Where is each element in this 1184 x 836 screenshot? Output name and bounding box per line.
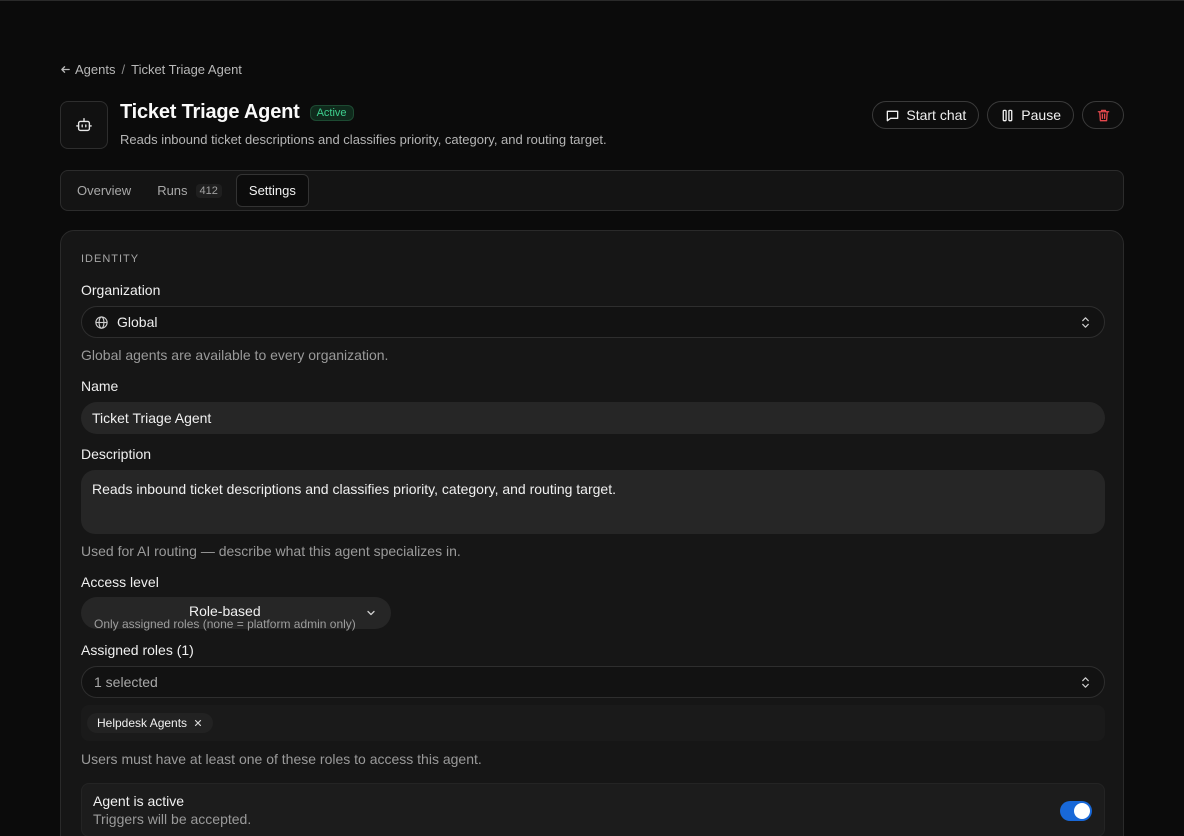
chevrons-up-down-icon <box>1082 316 1089 328</box>
trash-icon <box>1097 109 1109 121</box>
tab-overview[interactable]: Overview <box>65 174 143 207</box>
bot-icon <box>76 118 92 132</box>
identity-settings-card: IDENTITY Organization Global Global agen… <box>60 230 1124 836</box>
agent-avatar <box>60 101 108 149</box>
start-chat-label: Start chat <box>906 107 967 123</box>
access-level-select[interactable]: Role-based Only assigned roles (none = p… <box>81 597 391 631</box>
header-actions: Start chat Pause <box>872 101 1124 129</box>
message-square-icon <box>887 110 899 121</box>
tab-overview-label: Overview <box>77 183 132 198</box>
start-chat-button[interactable]: Start chat <box>872 101 980 129</box>
organization-value: Global <box>117 314 158 330</box>
chevron-down-icon <box>367 610 375 616</box>
access-level-label: Access level <box>81 574 159 590</box>
page-title: Ticket Triage Agent <box>120 101 300 123</box>
breadcrumb-current: Ticket Triage Agent <box>131 62 242 77</box>
organization-field-wrapper: Global <box>81 306 1105 338</box>
tab-settings-label: Settings <box>248 183 296 198</box>
agent-active-description: Triggers will be accepted. <box>93 811 252 827</box>
switch-knob <box>1074 803 1090 819</box>
agent-active-switch[interactable] <box>1060 801 1092 821</box>
arrow-left-icon <box>61 66 70 73</box>
breadcrumb-agents: Agents <box>75 62 116 77</box>
agent-header: Ticket Triage Agent Active Reads inbound… <box>60 101 1124 149</box>
section-label-identity: IDENTITY <box>81 253 140 265</box>
breadcrumb: Agents / Ticket Triage Agent <box>60 62 242 77</box>
name-input[interactable]: Ticket Triage Agent <box>81 402 1105 434</box>
status-badge: Active <box>309 104 354 121</box>
assigned-roles-hint: Users must have at least one of these ro… <box>81 751 482 767</box>
name-field-wrapper: Ticket Triage Agent <box>81 402 1105 434</box>
pause-button[interactable]: Pause <box>987 101 1074 129</box>
tab-settings[interactable]: Settings <box>235 174 309 207</box>
selected-roles-list: Helpdesk Agents <box>81 705 1105 741</box>
runs-count-badge: 412 <box>195 183 222 198</box>
organization-label: Organization <box>81 282 161 298</box>
chevrons-up-down-icon <box>1082 676 1089 688</box>
delete-button[interactable] <box>1082 101 1124 129</box>
access-level-description: Only assigned roles (none = platform adm… <box>94 617 356 631</box>
title-row: Ticket Triage Agent Active <box>120 101 354 124</box>
breadcrumb-back-link[interactable]: Agents <box>60 62 115 77</box>
breadcrumb-separator: / <box>121 62 126 77</box>
tab-runs[interactable]: Runs 412 <box>145 174 234 207</box>
description-hint: Used for AI routing — describe what this… <box>81 543 461 559</box>
organization-select[interactable]: Global <box>81 306 1105 338</box>
close-icon[interactable] <box>193 718 203 728</box>
page-subtitle: Reads inbound ticket descriptions and cl… <box>120 132 607 147</box>
agent-active-title: Agent is active <box>93 793 185 809</box>
tab-bar: Overview Runs 412 Settings <box>60 170 1124 211</box>
description-label: Description <box>81 446 152 462</box>
window-top-border <box>0 0 1184 1</box>
name-label: Name <box>81 378 119 394</box>
role-chip-label: Helpdesk Agents <box>97 716 188 730</box>
organization-hint: Global agents are available to every org… <box>81 347 389 363</box>
globe-icon <box>95 315 108 329</box>
assigned-roles-summary: 1 selected <box>94 674 158 690</box>
pause-icon <box>1002 109 1013 121</box>
pause-label: Pause <box>1021 107 1061 123</box>
assigned-roles-label: Assigned roles (1) <box>81 642 194 658</box>
description-field-wrapper: Reads inbound ticket descriptions and cl… <box>81 470 1105 534</box>
assigned-roles-field-wrapper: 1 selected <box>81 666 1105 698</box>
assigned-roles-select[interactable]: 1 selected <box>81 666 1105 698</box>
role-chip: Helpdesk Agents <box>87 713 214 733</box>
tab-runs-label: Runs <box>157 183 188 198</box>
description-textarea[interactable]: Reads inbound ticket descriptions and cl… <box>81 470 1105 534</box>
agent-active-row: Agent is active Triggers will be accepte… <box>81 783 1105 836</box>
